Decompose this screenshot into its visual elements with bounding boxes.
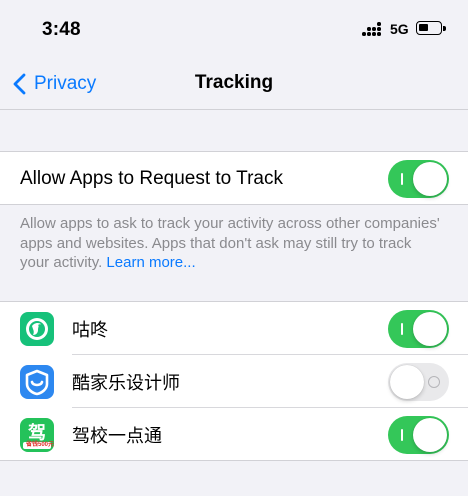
app-tracking-toggle[interactable] (388, 309, 449, 348)
status-bar: 3:48 5G (0, 0, 468, 60)
navigation-bar: Privacy Tracking (0, 60, 468, 110)
page-title: Tracking (194, 72, 274, 93)
app-row-jiaxiao: 驾 省钱500元 驾校一点通 (0, 408, 468, 461)
kujiale-app-icon (20, 364, 54, 399)
apps-list: 咕咚 酷家乐设计师 驾 省钱500元 驾校一点通 (0, 301, 468, 461)
app-tracking-toggle[interactable] (388, 415, 449, 454)
app-icon-badge: 省钱500元 (26, 441, 54, 448)
learn-more-link[interactable]: Learn more... (106, 254, 195, 271)
cellular-signal-icon (362, 22, 384, 36)
allow-tracking-row: Allow Apps to Request to Track (0, 152, 468, 205)
app-name: 咕咚 (72, 319, 108, 340)
tracking-screen: 3:48 5G Privacy Tracking Allow Apps to R… (0, 0, 468, 496)
tracking-description: Allow apps to ask to track your activity… (20, 214, 440, 273)
tracking-settings-group: Allow Apps to Request to Track (0, 151, 468, 205)
status-time: 3:48 (42, 19, 81, 40)
allow-tracking-label: Allow Apps to Request to Track (20, 167, 283, 189)
tracking-description-text: Allow apps to ask to track your activity… (20, 215, 440, 271)
app-name: 驾校一点通 (72, 425, 162, 446)
network-type: 5G (390, 21, 409, 37)
app-tracking-toggle[interactable] (388, 362, 449, 401)
app-name: 酷家乐设计师 (72, 372, 180, 393)
allow-tracking-toggle[interactable] (388, 159, 449, 198)
app-row-kujiale: 酷家乐设计师 (0, 355, 468, 408)
gudong-app-icon (20, 311, 54, 346)
battery-icon (416, 21, 446, 35)
app-row-gudong: 咕咚 (0, 302, 468, 355)
jiaxiao-app-icon: 驾 省钱500元 (20, 417, 54, 452)
